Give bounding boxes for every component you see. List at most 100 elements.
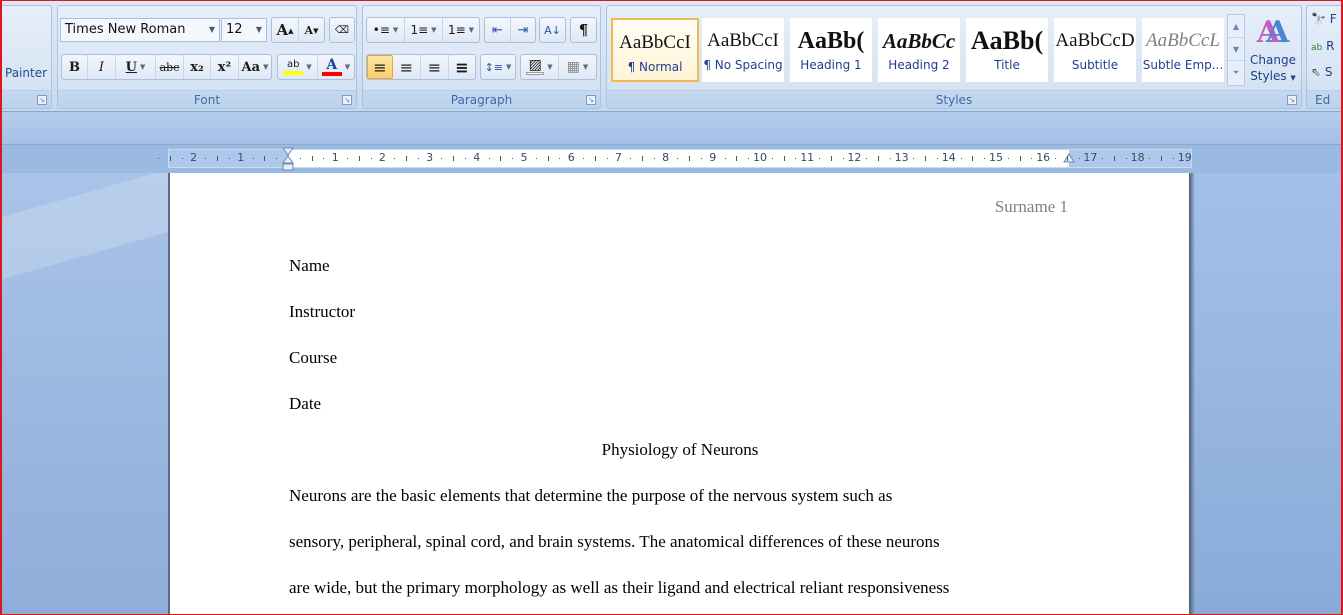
- subscript-button[interactable]: x₂: [184, 55, 211, 79]
- chevron-down-icon[interactable]: ▼: [256, 19, 262, 41]
- line-spacing-button[interactable]: ↕≡ ▼: [481, 55, 515, 79]
- change-case-button[interactable]: Aa ▼: [239, 55, 271, 79]
- eraser-icon: ⌫: [334, 24, 350, 36]
- chevron-down-icon[interactable]: ▼: [431, 26, 436, 34]
- ruler-tick: [170, 156, 171, 161]
- align-left-button[interactable]: ≡: [367, 55, 393, 79]
- decrease-indent-button[interactable]: ⇤: [485, 18, 511, 42]
- chevron-down-icon[interactable]: ▼: [140, 63, 145, 71]
- chevron-down-icon[interactable]: ▼: [547, 63, 552, 71]
- superscript-button[interactable]: x²: [211, 55, 239, 79]
- grow-font-button[interactable]: A ▲: [272, 18, 299, 42]
- underline-button[interactable]: U ▼: [116, 55, 156, 79]
- horizontal-ruler[interactable]: 2 1 1 2 3 4 5 6 7 8 9 10 11 12 13 14 15 16 17 18 19: [158, 147, 1192, 171]
- ruler-dot: [653, 158, 655, 159]
- chevron-down-icon[interactable]: ▼: [263, 63, 268, 71]
- numbering-button[interactable]: 1≡ ▼: [405, 18, 443, 42]
- bullets-button[interactable]: •≡ ▼: [367, 18, 405, 42]
- chevron-down-icon[interactable]: ▼: [306, 63, 311, 71]
- ruler-dot: [795, 158, 797, 159]
- sort-button[interactable]: A↓: [540, 18, 565, 42]
- course-line[interactable]: Course: [289, 348, 337, 368]
- numbering-icon: 1≡: [410, 23, 429, 37]
- document-page[interactable]: Surname 1 Name Instructor Course Date Ph…: [168, 173, 1189, 615]
- change-styles-icon: AA: [1256, 15, 1290, 50]
- style-subtle-emphasis[interactable]: AaBbCcL Subtle Emp...: [1142, 18, 1224, 82]
- ruler-tick: [594, 156, 596, 161]
- clear-formatting-button[interactable]: ⌫: [330, 18, 354, 42]
- ruler-dot: [819, 158, 820, 159]
- name-line[interactable]: Name: [289, 256, 330, 276]
- document-title[interactable]: Physiology of Neurons: [289, 440, 1071, 460]
- font-dialog-launcher-icon[interactable]: ↘: [342, 95, 352, 105]
- styles-group-label: Styles: [607, 90, 1301, 108]
- scroll-down-icon[interactable]: ▼: [1228, 38, 1244, 61]
- styles-group: AaBbCcI ¶ Normal AaBbCcI ¶ No Spacing Aa…: [606, 5, 1302, 109]
- styles-dialog-launcher-icon[interactable]: ↘: [1287, 95, 1297, 105]
- body-line[interactable]: Neurons are the basic elements that dete…: [289, 486, 892, 506]
- chevron-down-icon[interactable]: ▼: [393, 26, 398, 34]
- style-subtitle[interactable]: AaBbCcD Subtitle: [1054, 18, 1136, 82]
- highlight-button[interactable]: ab ▼: [278, 55, 318, 79]
- ruler-tick: [878, 156, 879, 161]
- style-normal[interactable]: AaBbCcI ¶ Normal: [611, 18, 699, 82]
- date-line[interactable]: Date: [289, 394, 321, 414]
- first-line-indent-marker[interactable]: [282, 147, 294, 171]
- editing-group-label: Ed: [1307, 90, 1343, 108]
- chevron-down-icon[interactable]: ▼: [583, 63, 588, 71]
- ruler-dot: [842, 158, 844, 159]
- clipboard-dialog-launcher-icon[interactable]: ↘: [37, 95, 47, 105]
- scroll-up-icon[interactable]: ▲: [1228, 15, 1244, 38]
- font-name-combobox[interactable]: Times New Roman ▼: [60, 18, 220, 42]
- align-center-icon: ≡: [399, 57, 414, 77]
- justify-button[interactable]: ≡: [449, 55, 475, 79]
- window-border-left: [0, 0, 2, 615]
- instructor-line[interactable]: Instructor: [289, 302, 355, 322]
- italic-button[interactable]: I: [88, 55, 116, 79]
- gallery-more-icon[interactable]: ⏷: [1228, 61, 1244, 84]
- align-right-button[interactable]: ≡: [421, 55, 449, 79]
- page-header[interactable]: Surname 1: [995, 197, 1068, 217]
- find-button[interactable]: 🔭 F: [1311, 12, 1337, 26]
- font-size-combobox[interactable]: 12 ▼: [221, 18, 267, 42]
- increase-indent-button[interactable]: ⇥: [511, 18, 535, 42]
- change-styles-button[interactable]: AA Change Styles ▼: [1247, 14, 1299, 86]
- paragraph-group: •≡ ▼ 1≡ ▼ 1≡ ▼ ⇤ ⇥ A↓ ¶ ≡ ≡ ≡ ≡ ↕≡ ▼ ▨ ▼…: [362, 5, 601, 109]
- chevron-down-icon[interactable]: ▼: [469, 26, 474, 34]
- body-line[interactable]: are wide, but the primary morphology as …: [289, 578, 949, 598]
- select-button[interactable]: ⇖ S: [1311, 65, 1333, 79]
- replace-icon: ab: [1311, 43, 1323, 53]
- format-painter-button[interactable]: Painter: [5, 66, 47, 80]
- style-heading-2[interactable]: AaBbCc Heading 2: [878, 18, 960, 82]
- ruler-dot: [535, 158, 537, 159]
- ruler-number: 2: [190, 151, 198, 164]
- ruler-dot: [559, 158, 561, 159]
- strikethrough-button[interactable]: abc: [156, 55, 184, 79]
- ruler-tick: [1066, 156, 1068, 161]
- chevron-down-icon[interactable]: ▼: [345, 63, 350, 71]
- body-line[interactable]: sensory, peripheral, spinal cord, and br…: [289, 532, 940, 552]
- replace-button[interactable]: ab R: [1311, 39, 1334, 53]
- font-color-button[interactable]: A ▼: [318, 55, 354, 79]
- font-color-icon: A: [321, 58, 342, 76]
- show-formatting-marks-button[interactable]: ¶: [571, 18, 596, 42]
- align-center-button[interactable]: ≡: [393, 55, 421, 79]
- chevron-down-icon[interactable]: ▼: [506, 63, 511, 71]
- chevron-down-icon[interactable]: ▼: [209, 19, 215, 41]
- multilevel-list-button[interactable]: 1≡ ▼: [443, 18, 479, 42]
- shading-button[interactable]: ▨ ▼: [521, 55, 559, 79]
- ruler-tick: [689, 156, 691, 161]
- bold-button[interactable]: B: [62, 55, 88, 79]
- ruler-number: 5: [520, 151, 528, 164]
- paragraph-dialog-launcher-icon[interactable]: ↘: [586, 95, 596, 105]
- style-title[interactable]: AaBb( Title: [966, 18, 1048, 82]
- styles-gallery-scrollbar[interactable]: ▲ ▼ ⏷: [1227, 14, 1245, 86]
- style-no-spacing[interactable]: AaBbCcI ¶ No Spacing: [702, 18, 784, 82]
- style-heading-1[interactable]: AaBb( Heading 1: [790, 18, 872, 82]
- clear-formatting-box: ⌫: [329, 17, 355, 43]
- highlighter-icon: ab: [283, 59, 304, 75]
- borders-button[interactable]: ▦ ▼: [559, 55, 596, 79]
- shrink-font-button[interactable]: A ▼: [299, 18, 324, 42]
- ruler-dot: [1031, 158, 1033, 159]
- font-format-buttons: B I U ▼ abc x₂ x² Aa ▼: [61, 54, 272, 80]
